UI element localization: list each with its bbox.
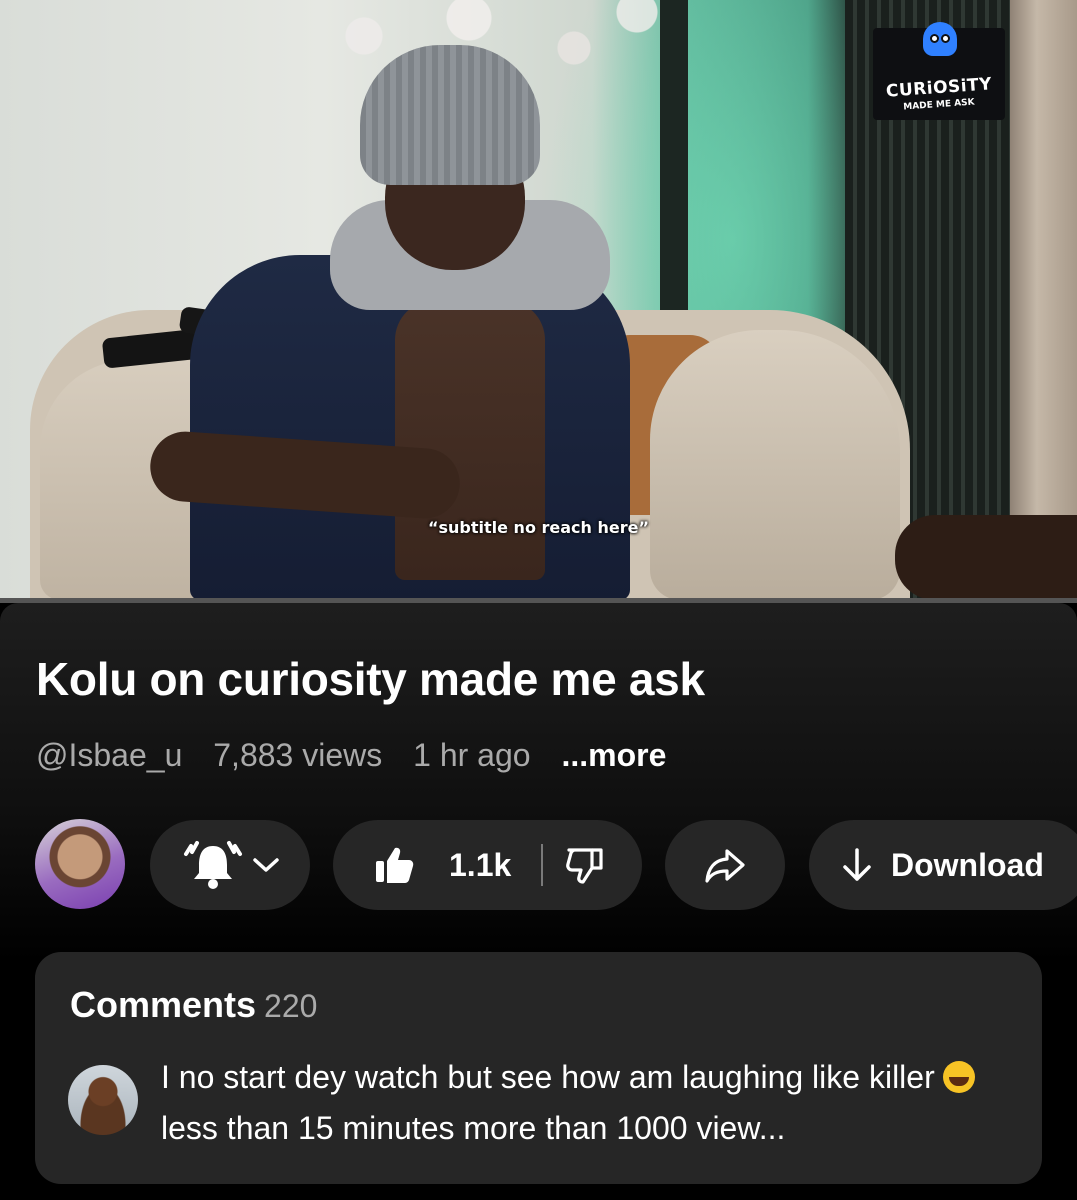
mascot-icon	[923, 22, 957, 56]
like-count[interactable]: 1.1k	[449, 847, 511, 884]
share-icon	[705, 849, 745, 883]
subscription-bell-button[interactable]	[150, 820, 310, 910]
top-comment-text-end: less than 15 minutes more than 1000 view…	[161, 1110, 786, 1146]
channel-handle[interactable]: @Isbae_u	[36, 737, 182, 773]
video-player[interactable]: CURiOSiTY MADE ME ASK “subtitle no reach…	[0, 0, 1077, 600]
upload-age: 1 hr ago	[413, 737, 531, 773]
thumbs-down-icon[interactable]	[565, 845, 605, 885]
laughing-emoji-icon	[942, 1061, 975, 1093]
bell-icon	[184, 841, 242, 889]
view-count: 7,883 views	[213, 737, 383, 773]
channel-avatar[interactable]	[35, 819, 125, 909]
video-caption: “subtitle no reach here”	[427, 518, 649, 537]
video-metadata[interactable]: @Isbae_u 7,883 views 1 hr ago ...more	[36, 737, 688, 774]
share-button[interactable]	[665, 820, 785, 910]
download-button[interactable]: Download	[809, 820, 1077, 910]
like-dislike-group: 1.1k	[333, 820, 642, 910]
comments-heading: Comments	[70, 984, 257, 1025]
top-comment[interactable]: I no start dey watch but see how am laug…	[161, 1052, 1021, 1154]
top-comment-text-start: I no start dey watch but see how am laug…	[161, 1059, 935, 1095]
commenter-avatar[interactable]	[68, 1065, 138, 1135]
comments-header: Comments 220	[70, 984, 317, 1026]
channel-watermark: CURiOSiTY MADE ME ASK	[873, 22, 1005, 120]
comments-section[interactable]: Comments 220 I no start dey watch but see…	[35, 952, 1042, 1184]
download-arrow-icon	[843, 848, 871, 881]
more-link[interactable]: ...more	[561, 737, 666, 773]
comments-count: 220	[264, 988, 318, 1024]
video-title[interactable]: Kolu on curiosity made me ask	[36, 652, 705, 706]
download-label: Download	[891, 846, 1044, 883]
like-divider	[541, 844, 544, 886]
thumbs-up-icon[interactable]	[373, 844, 415, 886]
chevron-down-icon	[253, 858, 279, 872]
